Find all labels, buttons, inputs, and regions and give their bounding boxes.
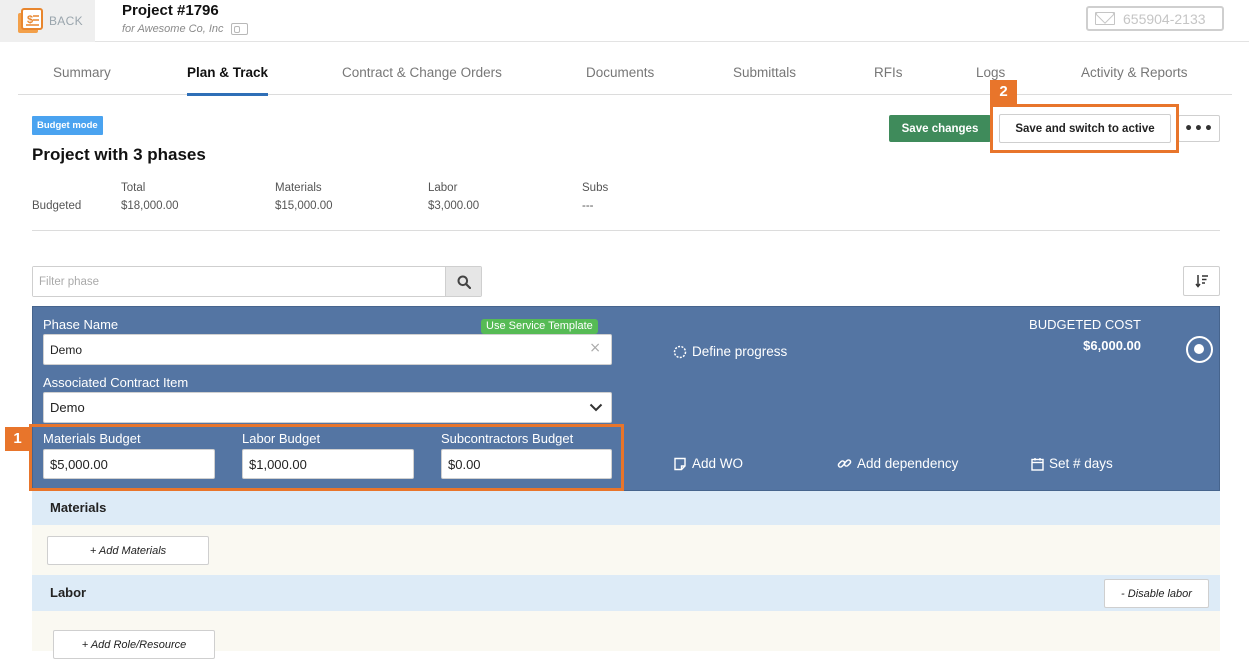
search-icon	[457, 275, 471, 289]
tab-contract-change-orders[interactable]: Contract & Change Orders	[342, 65, 502, 80]
totals-header-materials: Materials	[275, 182, 322, 194]
client-name: for Awesome Co, Inc	[122, 23, 224, 35]
disable-labor-button[interactable]: - Disable labor	[1104, 579, 1209, 608]
back-button[interactable]: $ BACK	[0, 0, 95, 42]
add-dependency-label: Add dependency	[857, 456, 959, 471]
totals-row-label: Budgeted	[32, 200, 82, 212]
section-divider	[32, 230, 1220, 231]
add-wo-label: Add WO	[692, 456, 744, 471]
add-wo-button[interactable]: Add WO	[673, 456, 743, 471]
sort-icon	[1194, 275, 1208, 288]
phase-name-label: Phase Name	[43, 317, 119, 332]
callout-2-highlight	[990, 104, 1179, 153]
callout-2-number: 2	[990, 80, 1017, 104]
note-icon	[674, 457, 686, 470]
materials-section-title: Materials	[50, 500, 107, 515]
sort-button[interactable]	[1183, 266, 1220, 296]
tab-submittals[interactable]: Submittals	[733, 65, 796, 80]
use-service-template-button[interactable]: Use Service Template	[481, 319, 598, 334]
tab-rfis[interactable]: RFIs	[874, 65, 903, 80]
project-title: Project #1796	[122, 2, 219, 19]
link-icon	[837, 459, 852, 468]
project-client: for Awesome Co, Inc	[122, 23, 248, 35]
add-role-resource-button[interactable]: + Add Role/Resource	[53, 630, 215, 659]
filter-phase-input[interactable]	[33, 267, 445, 296]
mail-icon	[1095, 12, 1115, 25]
set-days-label: Set # days	[1049, 456, 1113, 471]
tab-activity-reports[interactable]: Activity & Reports	[1081, 65, 1188, 80]
add-materials-button[interactable]: + Add Materials	[47, 536, 209, 565]
set-days-button[interactable]: Set # days	[1031, 456, 1113, 471]
svg-text:$: $	[27, 14, 33, 26]
page-title: Project with 3 phases	[32, 145, 206, 164]
top-bar: $ BACK Project #1796 for Awesome Co, Inc…	[0, 0, 1249, 42]
budgeted-cost-value: $6,000.00	[1083, 338, 1141, 353]
totals-header-subs: Subs	[582, 182, 609, 194]
phase-name-input[interactable]: Demo ×	[43, 334, 612, 365]
phone-display[interactable]: 655904-2133	[1086, 6, 1224, 31]
add-dependency-button[interactable]: Add dependency	[837, 456, 958, 471]
callout-1-number: 1	[5, 427, 30, 451]
tab-bar: Summary Plan & Track Contract & Change O…	[18, 56, 1232, 96]
phase-name-value: Demo	[50, 342, 83, 357]
contract-item-select[interactable]: Demo	[43, 392, 612, 423]
define-progress-label: Define progress	[692, 344, 788, 359]
totals-value-subs: ---	[582, 200, 594, 212]
totals-header-total: Total	[121, 182, 146, 194]
labor-section-body: + Add Role/Resource	[32, 611, 1220, 659]
define-progress-button[interactable]: Define progress	[673, 344, 787, 359]
contact-card-icon[interactable]	[230, 23, 248, 35]
totals-value-materials: $15,000.00	[275, 200, 333, 212]
totals-value-labor: $3,000.00	[428, 200, 480, 212]
callout-1-highlight	[29, 424, 624, 491]
materials-section-header: Materials	[32, 491, 1220, 525]
invoice-logo-icon: $	[18, 8, 43, 33]
phone-number: 655904-2133	[1123, 10, 1206, 27]
materials-section-body: + Add Materials	[32, 525, 1220, 575]
filter-phase-group	[32, 266, 482, 297]
tab-logs[interactable]: Logs	[976, 65, 1005, 80]
budget-mode-badge: Budget mode	[32, 116, 103, 135]
back-label: BACK	[49, 14, 83, 28]
tab-plan-track[interactable]: Plan & Track	[187, 65, 269, 96]
budgeted-cost-label: BUDGETED COST	[1029, 317, 1141, 332]
save-changes-button[interactable]: Save changes	[889, 115, 991, 142]
totals-header-labor: Labor	[428, 182, 458, 194]
totals-value-total: $18,000.00	[121, 200, 179, 212]
contract-item-label: Associated Contract Item	[43, 375, 189, 390]
labor-section-title: Labor	[50, 585, 87, 600]
contract-item-value: Demo	[50, 400, 85, 415]
calendar-icon	[1031, 457, 1044, 471]
progress-spinner-icon	[673, 345, 687, 358]
clear-icon[interactable]: ×	[589, 340, 601, 356]
tab-summary[interactable]: Summary	[53, 65, 111, 80]
search-button[interactable]	[445, 267, 481, 296]
chevron-down-icon	[589, 403, 603, 412]
more-options-button[interactable]: •••	[1178, 115, 1220, 142]
phase-select-radio[interactable]	[1186, 336, 1213, 363]
tab-documents[interactable]: Documents	[586, 65, 654, 80]
labor-section-header: Labor - Disable labor	[32, 575, 1220, 611]
